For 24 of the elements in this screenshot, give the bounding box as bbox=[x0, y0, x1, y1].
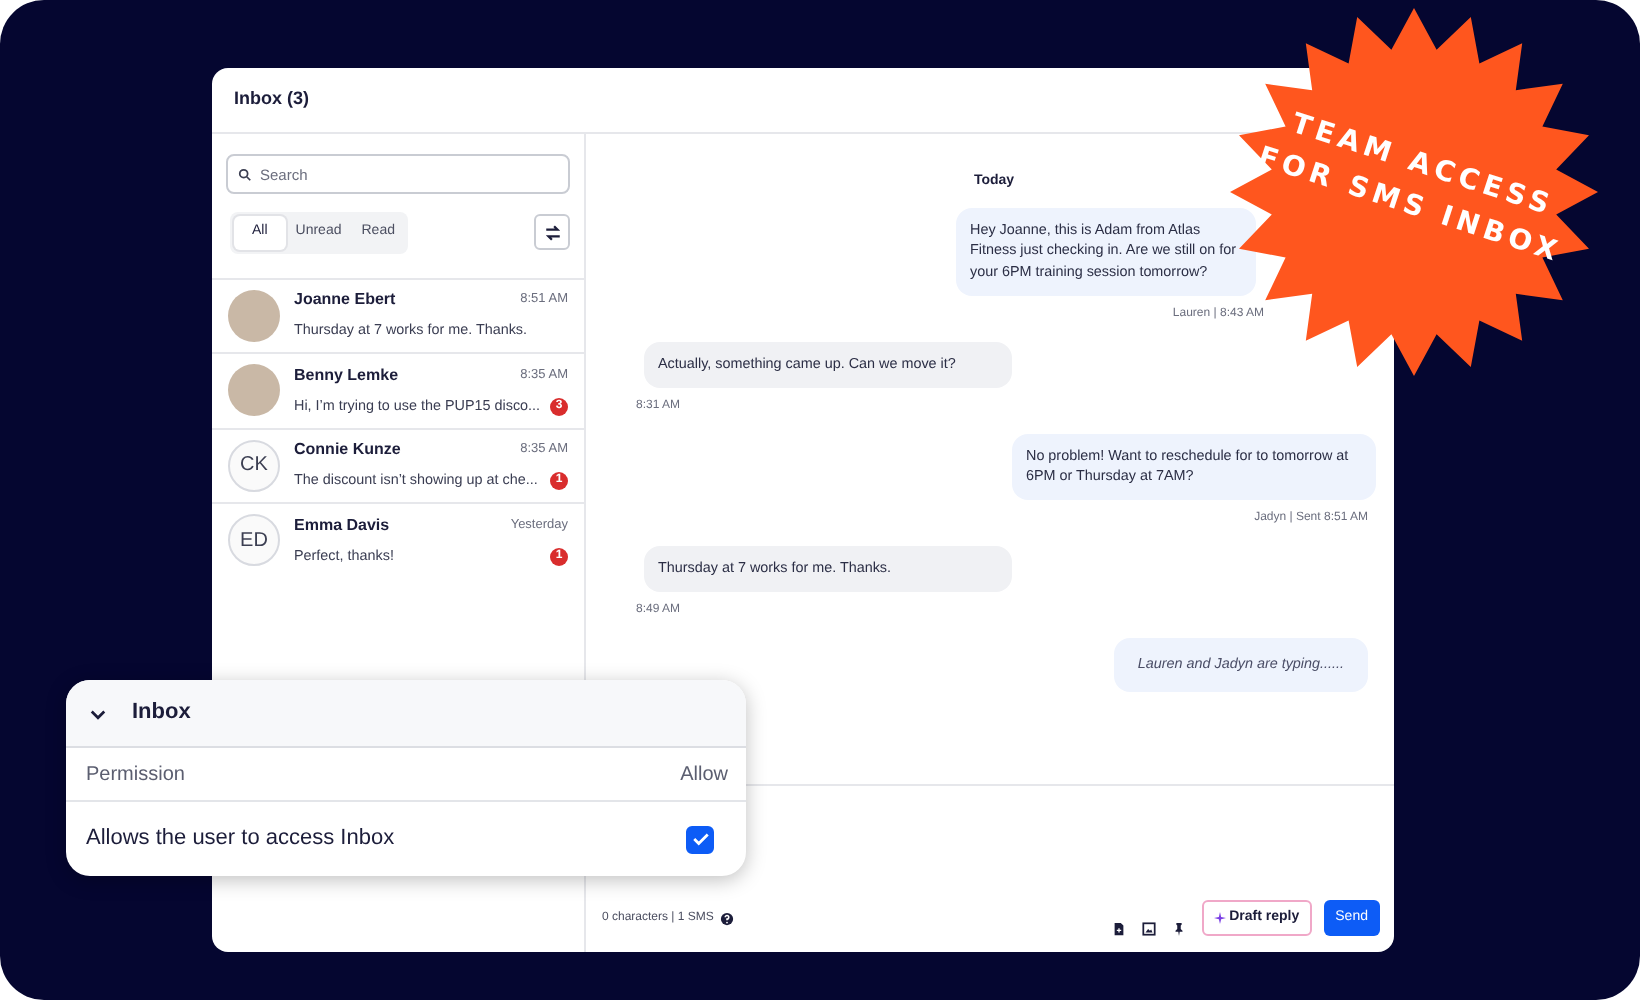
contact-name: Connie Kunze bbox=[294, 438, 401, 463]
checkmark-icon bbox=[691, 830, 709, 848]
permission-label: Allows the user to access Inbox bbox=[86, 824, 395, 855]
image-icon[interactable] bbox=[1141, 922, 1156, 936]
column-header: Permission bbox=[86, 761, 185, 789]
sparkle-icon bbox=[1213, 911, 1226, 924]
photo-placeholder bbox=[228, 289, 280, 342]
file-icon[interactable] bbox=[1111, 922, 1126, 936]
panel-header[interactable]: Inbox bbox=[66, 680, 746, 748]
contact-name: Benny Lemke bbox=[294, 363, 399, 388]
avatar-initials: ED bbox=[228, 514, 280, 567]
checkbox[interactable] bbox=[686, 825, 714, 853]
contact-name: Emma Davis bbox=[294, 513, 390, 538]
search-icon bbox=[238, 167, 252, 181]
contact-name: Joanne Ebert bbox=[294, 288, 396, 313]
pin-icon[interactable] bbox=[1171, 922, 1186, 936]
avatar-initials: CK bbox=[228, 439, 280, 492]
column-header: Allow bbox=[680, 761, 728, 789]
help-icon bbox=[719, 912, 734, 926]
photo-placeholder bbox=[228, 364, 280, 417]
window-title: Inbox (3) bbox=[234, 86, 309, 113]
swap-arrows-icon bbox=[543, 223, 561, 242]
panel-title: Inbox bbox=[132, 698, 191, 729]
sort-button[interactable] bbox=[534, 214, 570, 251]
